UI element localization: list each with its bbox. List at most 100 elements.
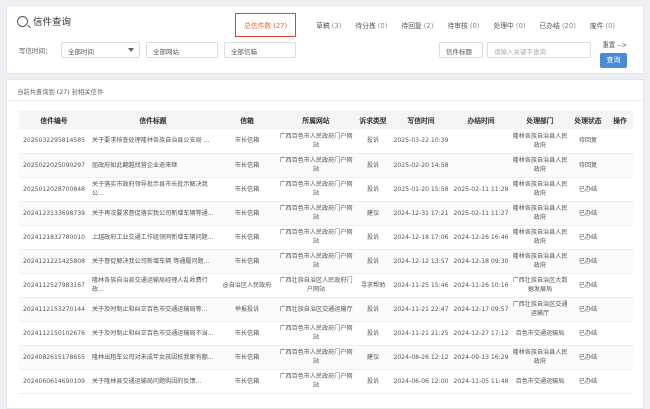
table-cell[interactable]: 上越政府工业交通工作组领同新增车辆问题... (89, 225, 217, 250)
table-row[interactable]: 2025012028700848 关于落实市政府领导批示县市长批示解决我公... 市… (19, 177, 633, 202)
table-cell[interactable]: 关于及时制止和纠正百色市交通运输局不当... (89, 321, 217, 346)
search-panel: 信件查询 总信件数 (27) 草稿 (3) 待分拣 (0) 待回复 (2) 待审核 (0) 处理中(… (6, 5, 644, 74)
table-row[interactable]: 2024060614690109 关于隆林县交通运输局问题购因的反馈... 市长信箱… (19, 369, 633, 394)
table-row[interactable]: 2024123133698739 关于再次要求督促落实我公司新增车辆等通... 市长… (19, 201, 633, 226)
letters-table: 信件编号 信件标题 信箱 所属网站 诉求类型 写信时间 办结时间 处理部门 处理状态 操作 202… (19, 111, 633, 394)
table-cell: 投诉 (355, 153, 391, 178)
table-cell: 隆林各族自治县人民政府 (511, 177, 569, 202)
page-title: 信件查询 (33, 17, 72, 28)
table-cell[interactable]: 隆林出租车公司对未成年女孩因抵我家有额... (89, 345, 217, 370)
table-cell (607, 201, 633, 226)
table-cell: 投诉 (355, 369, 391, 394)
table-cell: 广西百色市人民政府门户网站 (277, 249, 355, 274)
table-cell: 2025-02-20 14:58 (391, 153, 451, 178)
table-cell: 2024-12-18 17:06 (391, 225, 451, 250)
table-cell: 2024112153270144 (19, 297, 89, 322)
tab-0[interactable]: 总信件数 (27) (235, 12, 297, 37)
tab-5[interactable]: 处理中 (0) (493, 20, 525, 30)
tab-7[interactable]: 废件 (0) (590, 20, 615, 30)
table-cell[interactable]: 隆林各族自治县交通运输局经理人乱收费行政... (89, 273, 217, 298)
table-cell: 投诉 (355, 129, 391, 154)
table-cell (607, 153, 633, 178)
reset-link[interactable]: 重置 --> (603, 40, 627, 49)
tab-4[interactable]: 待审核 (0) (447, 20, 479, 30)
table-cell[interactable]: 屈政府如此翻越找营企业退来继 (89, 153, 217, 178)
table-cell: 2025-02-11 11:28 (451, 177, 511, 202)
table-cell (607, 345, 633, 370)
table-cell (451, 153, 511, 178)
tab-6[interactable]: 已办结 (20) (540, 20, 576, 30)
column-header: 信件编号 (19, 111, 89, 129)
tab-count: (0) (377, 21, 388, 30)
chevron-down-icon (128, 48, 134, 52)
table-cell: 广西百色市人民政府门户网站 (277, 225, 355, 250)
page-header: 信件查询 (17, 13, 71, 29)
column-header: 处理状态 (569, 111, 607, 129)
table-cell[interactable]: 关于隆林县交通运输局问题购因的反馈... (89, 369, 217, 394)
title-field-select[interactable]: 信件标题 (439, 42, 483, 58)
tab-count: (0) (469, 21, 480, 30)
result-suffix: 封相关信件 (71, 89, 104, 96)
table-cell (607, 225, 633, 250)
table-cell: 2024-11-21 21:25 (391, 321, 451, 346)
table-cell: 市长信箱 (217, 129, 277, 154)
table-row[interactable]: 2024112153270144 关于及时制止和纠正百色市交通运输局等... 举报投… (19, 297, 633, 322)
tab-count: (0) (515, 21, 526, 30)
table-cell: 2025012028700848 (19, 177, 89, 202)
table-cell: 2025-03-22 10:39 (391, 129, 451, 154)
tab-count: (27) (273, 21, 288, 30)
table-cell: 2024082615178655 (19, 345, 89, 370)
table-cell: 市长信箱 (217, 369, 277, 394)
query-button[interactable]: 查询 (600, 53, 627, 68)
tab-2[interactable]: 待分拣 (0) (355, 20, 387, 30)
table-cell: 市长信箱 (217, 345, 277, 370)
table-cell: 2025-01-20 15:58 (391, 177, 451, 202)
time-select[interactable]: 全部时间 (61, 42, 140, 58)
table-cell: 2024-12-17 09:57 (451, 297, 511, 322)
table-cell: 投诉 (355, 297, 391, 322)
table-row[interactable]: 2024112527983167 隆林各族自治县交通运输局经理人乱收费行政... @… (19, 273, 633, 298)
column-header: 所属网站 (277, 111, 355, 129)
table-cell: 广西百色市人民政府门户网站 (277, 201, 355, 226)
tab-1[interactable]: 草稿 (3) (316, 20, 341, 30)
table-cell: 投诉 (355, 225, 391, 250)
table-cell: 已办结 (569, 201, 607, 226)
tab-count: (0) (605, 21, 616, 30)
table-cell: 2025032295814585 (19, 129, 89, 154)
table-cell: 已办结 (569, 297, 607, 322)
column-header: 信件标题 (89, 111, 217, 129)
tab-3[interactable]: 待回复 (2) (401, 20, 433, 30)
table-cell: 隆林各族自治县人民政府 (511, 249, 569, 274)
keyword-placeholder: 请输入关键字查询 (494, 48, 546, 56)
table-cell (607, 273, 633, 298)
table-row[interactable]: 2024121832780010 上越政府工业交通工作组领同新增车辆问题... 市长… (19, 225, 633, 250)
table-cell: 2024-12-26 16:46 (451, 225, 511, 250)
table-row[interactable]: 2024082615178655 隆林出租车公司对未成年女孩因抵我家有额... 市长… (19, 345, 633, 370)
tab-count: (2) (423, 21, 434, 30)
table-row[interactable]: 2025022025090297 屈政府如此翻越找营企业退来继 市长信箱 广西百色市人… (19, 153, 633, 178)
table-cell (607, 177, 633, 202)
table-cell: 已办结 (569, 177, 607, 202)
table-cell: 广西百色市人民政府门户网站 (277, 129, 355, 154)
table-cell[interactable]: 关于督促解决我公司新增车辆 等通履问题... (89, 249, 217, 274)
table-row[interactable]: 2024112150102676 关于及时制止和纠正百色市交通运输局不当... 市长… (19, 321, 633, 346)
tab-count: (3) (331, 21, 342, 30)
mailbox-select[interactable]: 全部信箱 (224, 42, 296, 58)
tab-label: 待分拣 (355, 21, 376, 30)
table-cell (607, 129, 633, 154)
table-cell: 建议 (355, 201, 391, 226)
table-cell[interactable]: 关于要求核查处理隆林各族自治县公安局 ... (89, 129, 217, 154)
table-cell: 2024112150102676 (19, 321, 89, 346)
site-select[interactable]: 全部网站 (146, 42, 218, 58)
table-cell[interactable]: 关于再次要求督促落实我公司新增车辆等通... (89, 201, 217, 226)
table-cell: 已办结 (569, 249, 607, 274)
table-cell[interactable]: 关于落实市政府领导批示县市长批示解决我公... (89, 177, 217, 202)
table-cell: 2024-11-26 10:16 (451, 273, 511, 298)
table-row[interactable]: 2025032295814585 关于要求核查处理隆林各族自治县公安局 ... 市长… (19, 129, 633, 154)
filter-bar: 写信时间： 全部时间 全部网站 全部信箱 信件标题 请输入关键字查询 重置 --… (19, 40, 631, 68)
keyword-input[interactable]: 请输入关键字查询 (487, 42, 591, 58)
table-cell[interactable]: 关于及时制止和纠正百色市交通运输局等... (89, 297, 217, 322)
table-cell: 2024-11-05 11:48 (451, 369, 511, 394)
table-row[interactable]: 2024121221425808 关于督促解决我公司新增车辆 等通履问题... 市长… (19, 249, 633, 274)
table-cell: 2024-12-18 09:30 (451, 249, 511, 274)
